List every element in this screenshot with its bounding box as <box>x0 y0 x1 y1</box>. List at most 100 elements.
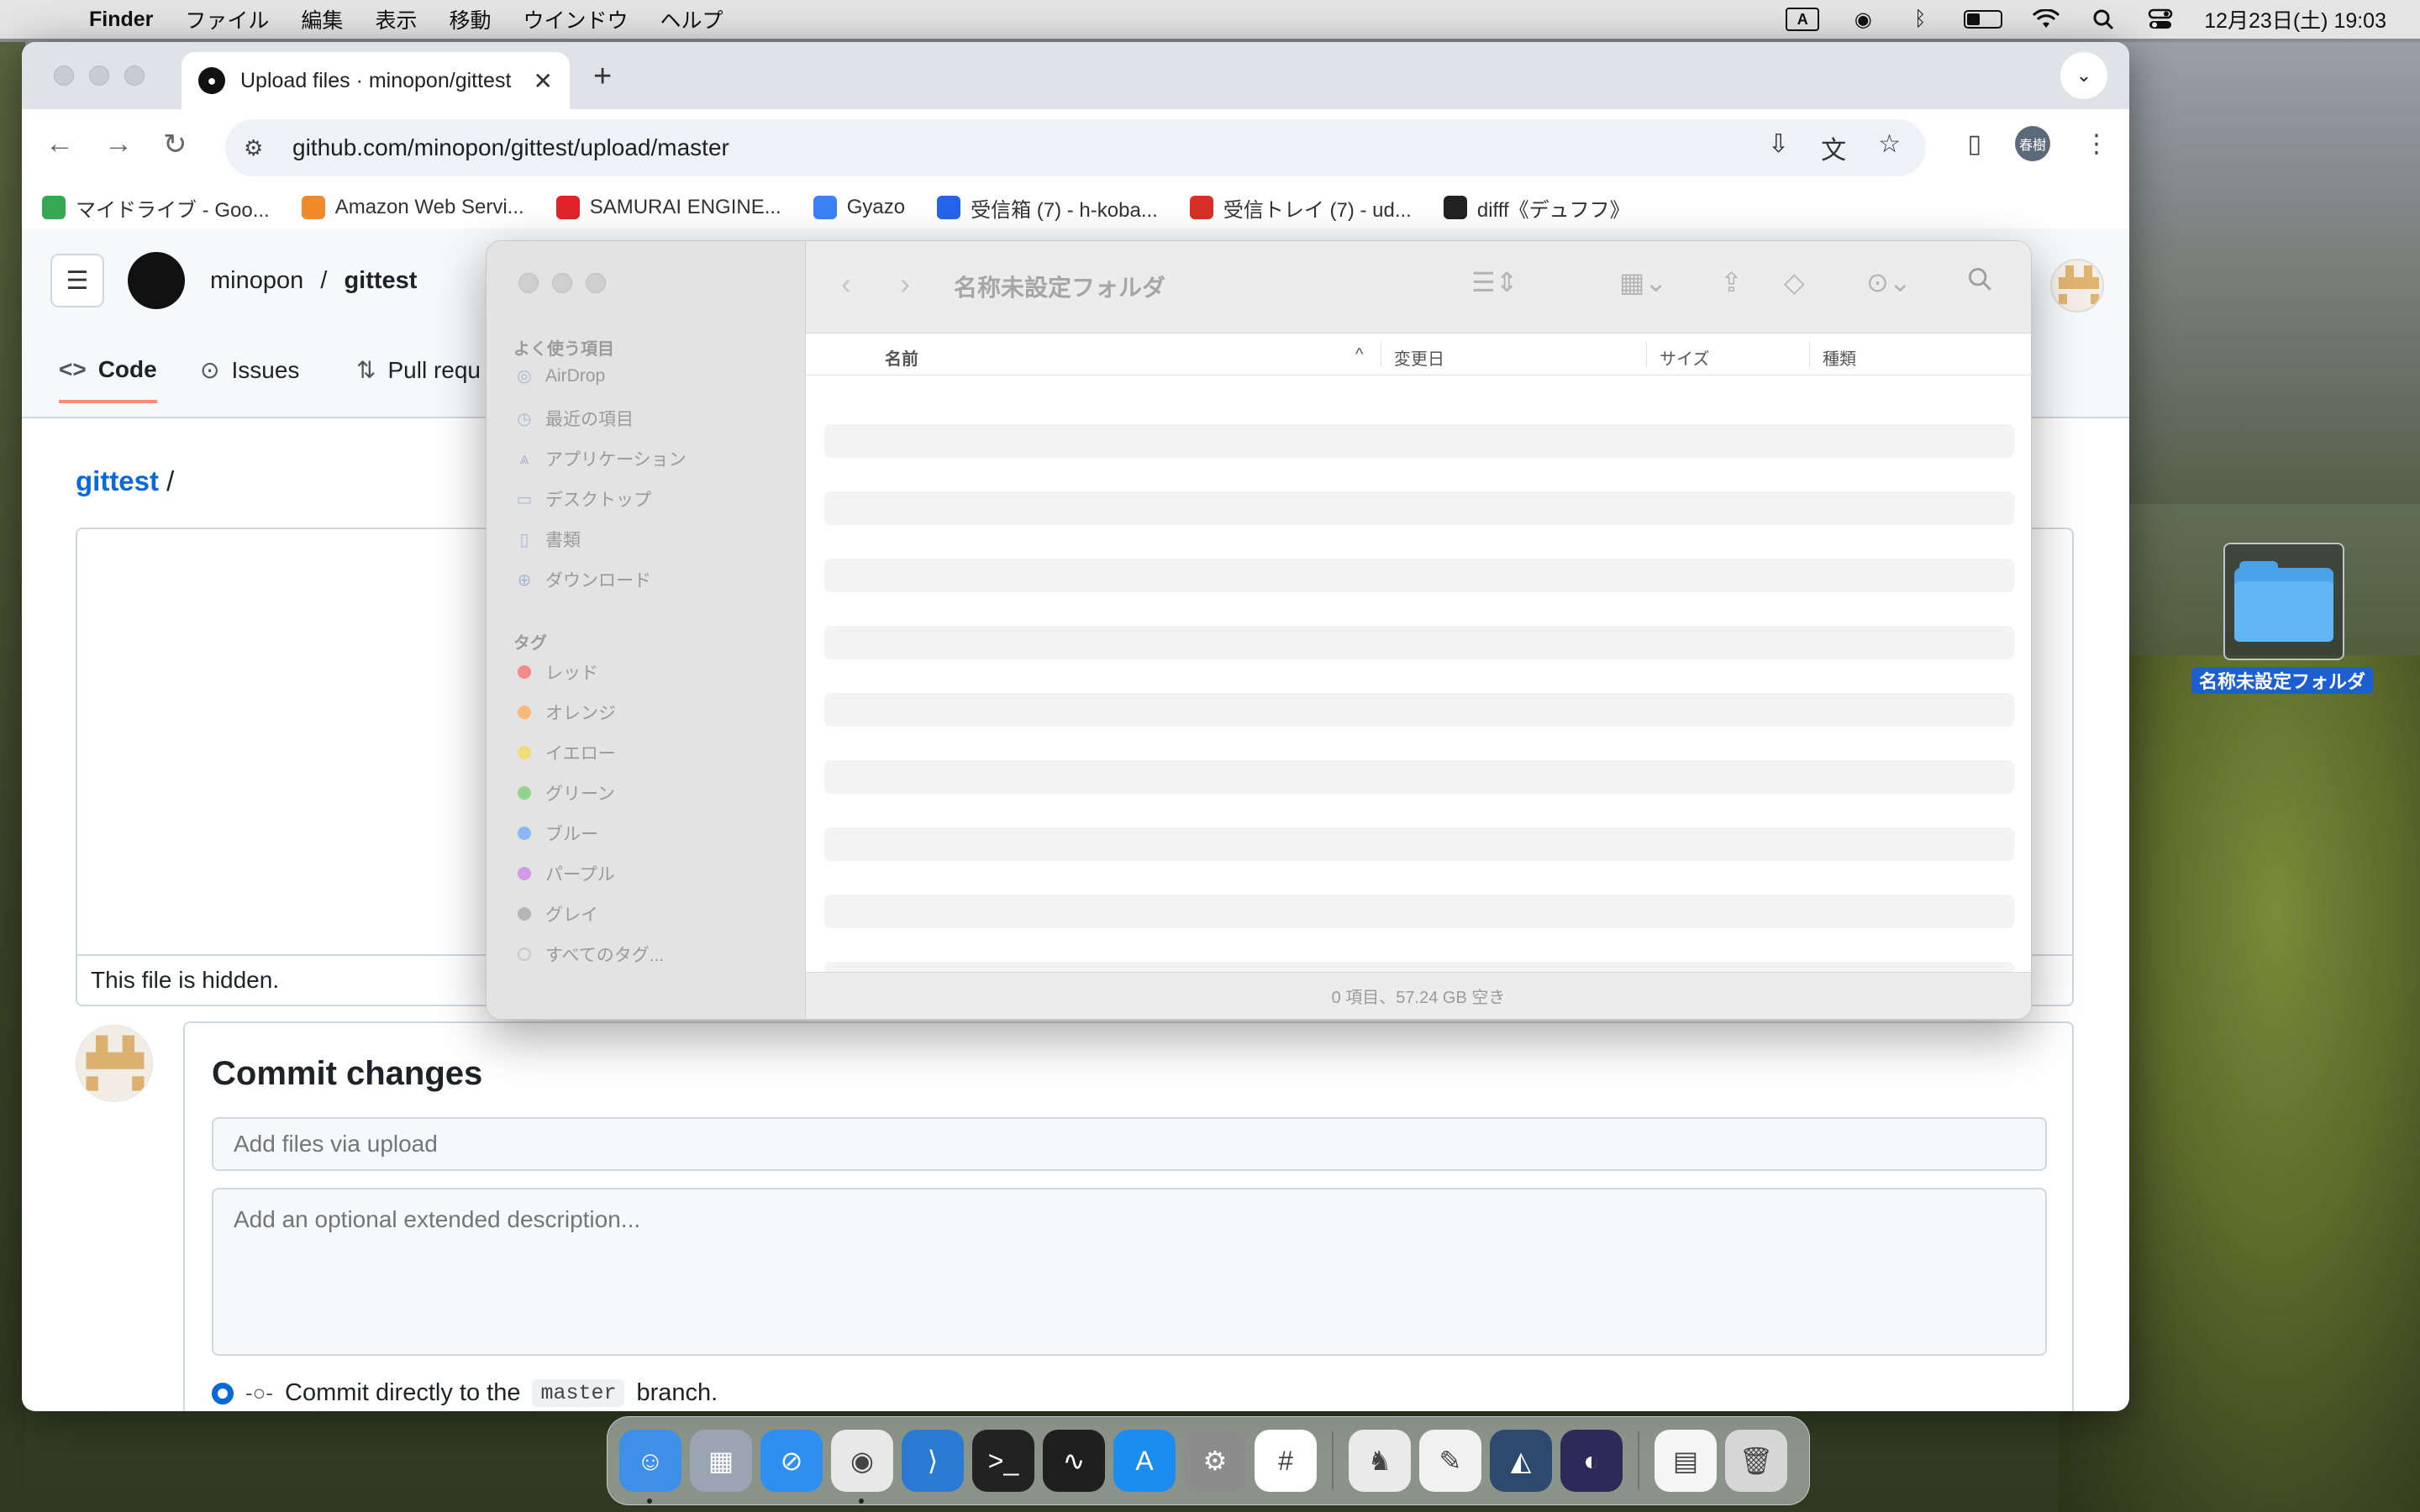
sidebar-item-recents[interactable]: ◷ 最近の項目 <box>515 406 634 431</box>
site-info-icon[interactable]: ⚙ <box>244 135 277 161</box>
bookmark-item[interactable]: SAMURAI ENGINE... <box>555 196 781 219</box>
dock-launchpad-icon[interactable]: ▦ <box>690 1430 752 1492</box>
sidebar-item-downloads[interactable]: ⊕ ダウンロード <box>515 567 651 592</box>
dock-mysql-workbench-icon[interactable]: ◭ <box>1490 1430 1552 1492</box>
menu-app-name[interactable]: Finder <box>89 8 153 32</box>
zoom-window-button[interactable] <box>124 66 145 86</box>
bookmark-item[interactable]: 受信トレイ (7) - ud... <box>1189 193 1412 223</box>
dock-chrome-icon[interactable]: ◉ <box>831 1430 893 1504</box>
dock-finder-icon[interactable]: ☺ <box>619 1430 681 1504</box>
commit-direct-option[interactable]: -○- Commit directly to the master branch… <box>212 1379 718 1407</box>
bookmark-item[interactable]: 受信箱 (7) - h-koba... <box>937 193 1158 223</box>
reload-icon[interactable]: ↻ <box>163 128 187 161</box>
tab-code[interactable]: <> Code <box>59 356 157 403</box>
tab-issues[interactable]: ⊙ Issues <box>200 356 299 384</box>
dock-tableplus-icon[interactable]: ♞ <box>1349 1430 1411 1492</box>
list-view-icon[interactable]: ☰⇕ <box>1471 266 1518 298</box>
dock-vscode-icon[interactable]: ⟩ <box>902 1430 964 1492</box>
sidebar-item-airdrop[interactable]: ◎ AirDrop <box>515 365 605 386</box>
install-app-icon[interactable]: ⇩ <box>1768 129 1789 166</box>
dock-activity-monitor-icon[interactable]: ∿ <box>1043 1430 1105 1492</box>
sidebar-item-applications[interactable]: ⩓ アプリケーション <box>515 446 686 471</box>
wifi-icon[interactable] <box>2033 8 2060 30</box>
menu-window[interactable]: ウインドウ <box>523 4 628 34</box>
desktop-folder-icon[interactable] <box>2223 543 2344 660</box>
finder-close-button[interactable] <box>518 273 539 293</box>
more-actions-icon[interactable]: ⊙⌄ <box>1866 266 1912 298</box>
sidebar-tag-blue[interactable]: ブルー <box>515 821 598 846</box>
menu-edit[interactable]: 編集 <box>301 4 343 34</box>
sidebar-tag-gray[interactable]: グレイ <box>515 901 598 927</box>
finder-file-list[interactable] <box>806 375 2031 975</box>
bluetooth-icon[interactable]: ᛒ <box>1907 8 1933 30</box>
spotlight-search-icon[interactable] <box>2090 8 2117 30</box>
bookmark-item[interactable]: Gyazo <box>813 196 905 219</box>
tab-pull-requests[interactable]: ⇅ Pull requ <box>356 356 481 384</box>
finder-back-icon[interactable]: ‹ <box>841 266 851 302</box>
input-source-icon[interactable]: A <box>1786 8 1820 31</box>
commit-summary-input[interactable] <box>212 1117 2047 1171</box>
tab-search-chevron-icon[interactable]: ⌄ <box>2060 52 2107 99</box>
bookmark-star-icon[interactable]: ☆ <box>1878 129 1901 166</box>
address-bar[interactable]: ⚙ github.com/minopon/gittest/upload/mast… <box>225 119 1926 176</box>
group-by-icon[interactable]: ▦⌄ <box>1619 266 1667 298</box>
column-kind[interactable]: 種類 <box>1823 345 1856 370</box>
finder-zoom-button[interactable] <box>586 273 606 293</box>
dock-safari-icon[interactable]: ⊘ <box>760 1430 823 1492</box>
breadcrumb-repo-link[interactable]: gittest <box>76 465 159 496</box>
new-tab-button[interactable]: + <box>593 59 612 95</box>
back-arrow-icon[interactable]: ← <box>45 128 74 160</box>
desktop-folder-label[interactable]: 名称未設定フォルダ <box>2191 667 2373 694</box>
repo-owner-link[interactable]: minopon <box>210 267 303 294</box>
bookmark-item[interactable]: difff《デュフフ》 <box>1443 193 1630 223</box>
close-window-button[interactable] <box>54 66 74 86</box>
dock-system-settings-icon[interactable]: ⚙ <box>1184 1430 1246 1492</box>
dock-slack-icon[interactable]: # <box>1255 1430 1317 1492</box>
close-tab-icon[interactable]: ✕ <box>534 67 553 95</box>
menu-view[interactable]: 表示 <box>375 4 417 34</box>
hamburger-menu-icon[interactable]: ☰ <box>50 254 104 307</box>
sidebar-tag-purple[interactable]: パープル <box>515 861 615 886</box>
dock-trash-icon[interactable]: 🗑 <box>1725 1430 1787 1492</box>
battery-icon[interactable] <box>1964 10 2003 29</box>
translate-icon[interactable]: 文 <box>1821 129 1846 166</box>
sidebar-tag-orange[interactable]: オレンジ <box>515 700 616 725</box>
sidebar-item-desktop[interactable]: ▭ デスクトップ <box>515 486 651 512</box>
sidebar-tag-yellow[interactable]: イエロー <box>515 740 616 765</box>
dock-terminal-icon[interactable]: >_ <box>972 1430 1034 1492</box>
column-size[interactable]: サイズ <box>1660 345 1709 370</box>
finder-minimize-button[interactable] <box>552 273 572 293</box>
forward-arrow-icon[interactable]: → <box>104 128 133 160</box>
bookmark-item[interactable]: Amazon Web Servi... <box>301 196 524 219</box>
side-panel-icon[interactable]: ▯ <box>1967 129 1981 159</box>
menu-clock[interactable]: 12月23日(土) 19:03 <box>2204 4 2386 34</box>
menu-go[interactable]: 移動 <box>449 4 491 34</box>
url-text[interactable]: github.com/minopon/gittest/upload/master <box>292 134 729 161</box>
tab-upload-files[interactable]: ● Upload files · minopon/gittest ✕ <box>182 52 570 109</box>
dock-app-store-icon[interactable]: A <box>1113 1430 1176 1492</box>
user-avatar[interactable] <box>2050 259 2104 312</box>
minimize-window-button[interactable] <box>89 66 109 86</box>
sidebar-all-tags[interactable]: すべてのタグ... <box>515 942 664 967</box>
repo-name-link[interactable]: gittest <box>344 267 417 294</box>
control-center-icon[interactable] <box>2147 8 2174 30</box>
dock-document-icon[interactable]: ▤ <box>1655 1430 1717 1492</box>
sidebar-item-documents[interactable]: ▯ 書類 <box>515 527 581 552</box>
dock-textedit-icon[interactable]: ✎ <box>1419 1430 1481 1492</box>
sort-ascending-icon[interactable]: ^ <box>1355 345 1363 365</box>
finder-search-icon[interactable] <box>1967 266 1992 298</box>
menu-help[interactable]: ヘルプ <box>660 4 723 34</box>
sidebar-tag-green[interactable]: グリーン <box>515 780 615 806</box>
sidebar-tag-red[interactable]: レッド <box>515 659 598 685</box>
column-modified[interactable]: 変更日 <box>1394 345 1444 370</box>
tag-icon[interactable]: ◇ <box>1784 266 1805 298</box>
user-icon[interactable]: ◉ <box>1849 8 1876 31</box>
bookmark-item[interactable]: マイドライブ - Goo... <box>42 193 270 223</box>
github-logo-icon[interactable] <box>128 252 185 309</box>
dock-eclipse-icon[interactable]: ◐ <box>1560 1430 1623 1492</box>
more-menu-icon[interactable]: ⋮ <box>2084 129 2109 159</box>
menu-file[interactable]: ファイル <box>185 4 269 34</box>
commit-description-textarea[interactable] <box>212 1188 2047 1356</box>
profile-avatar[interactable]: 春樹 <box>2015 126 2050 161</box>
column-name[interactable]: 名前 <box>885 345 918 370</box>
